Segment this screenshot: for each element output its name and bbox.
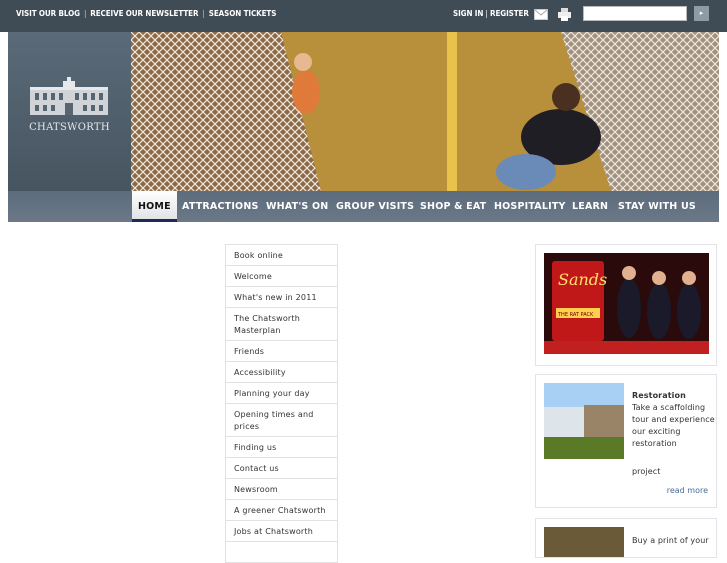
register-link[interactable]: REGISTER (490, 9, 529, 18)
nav-learn[interactable]: LEARN (572, 191, 608, 222)
search-input[interactable] (583, 6, 687, 21)
read-more-link[interactable]: read more (667, 486, 708, 495)
menu-item[interactable]: Friends (226, 341, 337, 362)
house-logo-icon (30, 77, 108, 115)
email-icon[interactable] (534, 9, 548, 20)
restoration-text: Restoration Take a scaffolding tour and e… (632, 390, 716, 450)
restoration-box: Restoration Take a scaffolding tour and e… (535, 374, 717, 508)
restoration-body: Take a scaffolding tour and experience o… (632, 403, 715, 448)
menu-item[interactable]: Planning your day (226, 383, 337, 404)
search-button[interactable]: ▸ (694, 6, 709, 21)
menu-item[interactable]: Opening times and prices (226, 404, 337, 437)
menu-item[interactable] (226, 542, 337, 563)
nav-whats-on[interactable]: WHAT'S ON (266, 191, 328, 222)
sands-sign-text: Sands (558, 270, 607, 289)
rat-pack-promo-image[interactable]: Sands THE RAT PACK (544, 253, 709, 354)
menu-item[interactable]: What's new in 2011 (226, 287, 337, 308)
restoration-title: Restoration (632, 391, 686, 400)
hero-image (131, 32, 719, 191)
top-links: VISIT OUR BLOG | RECEIVE OUR NEWSLETTER | SE… (16, 9, 277, 18)
menu-item[interactable]: The Chatsworth Masterplan (226, 308, 337, 341)
restoration-image[interactable] (544, 383, 624, 459)
promo-box: Sands THE RAT PACK (535, 244, 717, 366)
main-nav: HOME ATTRACTIONS WHAT'S ON GROUP VISITS … (8, 191, 719, 222)
print-image[interactable] (544, 527, 624, 557)
rat-pack-sign-text: THE RAT PACK (557, 312, 594, 318)
logo-text: CHATSWORTH (29, 122, 110, 133)
menu-item[interactable]: Jobs at Chatsworth (226, 521, 337, 542)
side-menu: Book online Welcome What's new in 2011 T… (225, 244, 338, 563)
nav-stay-with-us[interactable]: STAY WITH US (618, 191, 696, 222)
nav-attractions[interactable]: ATTRACTIONS (182, 191, 259, 222)
print-icon[interactable] (558, 8, 571, 21)
newsletter-link[interactable]: RECEIVE OUR NEWSLETTER (90, 9, 198, 18)
menu-item[interactable]: Accessibility (226, 362, 337, 383)
nav-home[interactable]: HOME (132, 191, 177, 222)
restoration-body-end: project (632, 467, 661, 476)
nav-shop-eat[interactable]: SHOP & EAT (420, 191, 486, 222)
blog-link[interactable]: VISIT OUR BLOG (16, 9, 80, 18)
menu-item[interactable]: Book online (226, 245, 337, 266)
menu-item[interactable]: Finding us (226, 437, 337, 458)
menu-item[interactable]: Contact us (226, 458, 337, 479)
nav-hospitality[interactable]: HOSPITALITY (494, 191, 566, 222)
menu-item[interactable]: A greener Chatsworth (226, 500, 337, 521)
sign-in-link[interactable]: SIGN IN (453, 9, 483, 18)
season-tickets-link[interactable]: SEASON TICKETS (209, 9, 277, 18)
top-bar: VISIT OUR BLOG | RECEIVE OUR NEWSLETTER | SE… (0, 0, 727, 32)
menu-item[interactable]: Welcome (226, 266, 337, 287)
menu-item[interactable]: Newsroom (226, 479, 337, 500)
print-text: Buy a print of your (632, 536, 709, 545)
logo[interactable]: CHATSWORTH (8, 32, 131, 191)
nav-group-visits[interactable]: GROUP VISITS (336, 191, 414, 222)
print-box: Buy a print of your (535, 518, 717, 558)
